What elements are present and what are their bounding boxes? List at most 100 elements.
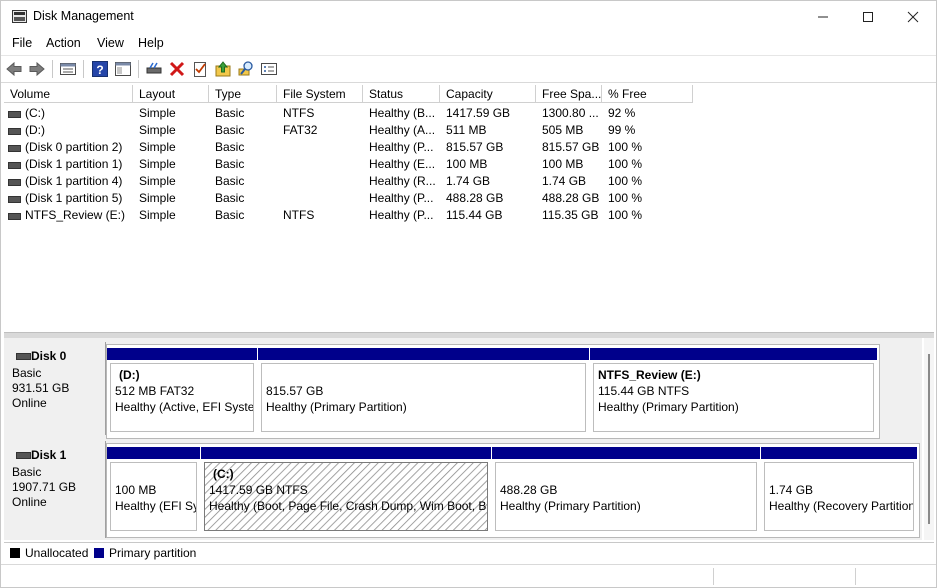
- checklist-icon[interactable]: [191, 60, 209, 78]
- close-button[interactable]: [890, 1, 936, 32]
- volume-row[interactable]: (D:) Simple Basic FAT32 Healthy (A... 51…: [4, 122, 704, 139]
- volume-layout: Simple: [139, 106, 176, 120]
- volume-icon: [8, 196, 21, 203]
- back-arrow-icon[interactable]: [5, 60, 23, 78]
- partition-disk0-2[interactable]: 815.57 GB Healthy (Primary Partition): [258, 348, 589, 435]
- volume-capacity: 100 MB: [446, 157, 488, 171]
- window-title: Disk Management: [33, 9, 134, 23]
- volume-type: Basic: [215, 157, 245, 171]
- menu-view[interactable]: View: [97, 36, 124, 50]
- partition-body: 815.57 GB Healthy (Primary Partition): [261, 363, 586, 432]
- volume-fs: FAT32: [283, 123, 318, 137]
- volume-free: 488.28 GB: [542, 191, 600, 205]
- disk-state: Online: [12, 495, 47, 509]
- volume-row[interactable]: (Disk 1 partition 5) Simple Basic Health…: [4, 190, 704, 207]
- toolbar: ?: [1, 55, 936, 83]
- partition-bar: [107, 348, 257, 360]
- search-disk-icon[interactable]: [237, 60, 255, 78]
- volume-name: (Disk 0 partition 2): [25, 140, 123, 154]
- partition-disk1-5[interactable]: 488.28 GB Healthy (Primary Partition): [492, 447, 760, 534]
- volume-capacity: 115.44 GB: [446, 208, 503, 222]
- partition-efi[interactable]: 100 MB Healthy (EFI Sy: [107, 447, 200, 534]
- column-header-layout[interactable]: Layout: [133, 85, 209, 103]
- volume-row[interactable]: (C:) Simple Basic NTFS Healthy (B... 141…: [4, 105, 704, 122]
- volume-layout: Simple: [139, 157, 176, 171]
- volume-status: Healthy (P...: [369, 140, 434, 154]
- partition-status: Healthy (Primary Partition): [266, 400, 407, 414]
- maximize-button[interactable]: [845, 1, 891, 32]
- graphical-view-scrollbar[interactable]: [924, 338, 934, 540]
- volume-free: 100 MB: [542, 157, 584, 171]
- help-icon[interactable]: ?: [91, 60, 109, 78]
- disk-state: Online: [12, 396, 47, 410]
- menu-file[interactable]: File: [12, 36, 32, 50]
- column-header-capacity[interactable]: Capacity: [440, 85, 536, 103]
- volume-icon: [8, 128, 21, 135]
- volume-icon: [8, 162, 21, 169]
- volume-layout: Simple: [139, 123, 176, 137]
- volume-row[interactable]: (Disk 1 partition 4) Simple Basic Health…: [4, 173, 704, 190]
- menu-help[interactable]: Help: [138, 36, 164, 50]
- partition-recovery[interactable]: 1.74 GB Healthy (Recovery Partition: [761, 447, 917, 534]
- volume-free: 1.74 GB: [542, 174, 587, 188]
- volume-list[interactable]: Volume Layout Type File System Status Ca…: [4, 85, 934, 331]
- partition-c[interactable]: (C:) 1417.59 GB NTFS Healthy (Boot, Page…: [201, 447, 491, 534]
- volume-icon: [8, 213, 21, 220]
- properties-icon[interactable]: [59, 60, 77, 78]
- volume-row[interactable]: (Disk 1 partition 1) Simple Basic Health…: [4, 156, 704, 173]
- volume-pct-free: 99 %: [608, 123, 636, 137]
- column-header-status[interactable]: Status: [363, 85, 440, 103]
- volume-pct-free: 100 %: [608, 140, 643, 154]
- volume-layout: Simple: [139, 174, 176, 188]
- partition-bar: [761, 447, 917, 459]
- volume-fs: NTFS: [283, 208, 315, 222]
- partition-name: (D:): [119, 368, 140, 382]
- disk-icon: [16, 452, 31, 459]
- volume-status: Healthy (E...: [369, 157, 436, 171]
- volume-capacity: 815.57 GB: [446, 140, 504, 154]
- volume-layout: Simple: [139, 140, 176, 154]
- import-icon[interactable]: [214, 60, 232, 78]
- connect-icon[interactable]: [145, 60, 163, 78]
- volume-row[interactable]: NTFS_Review (E:) Simple Basic NTFS Healt…: [4, 207, 704, 224]
- partition-bar: [201, 447, 491, 459]
- disk-1-label[interactable]: Disk 1 Basic 1907.71 GB Online: [4, 441, 106, 538]
- volume-type: Basic: [215, 174, 245, 188]
- volume-name: (D:): [25, 123, 45, 137]
- title-bar[interactable]: Disk Management: [1, 1, 936, 33]
- partition-status: Healthy (Recovery Partition: [769, 499, 914, 513]
- partition-body: 100 MB Healthy (EFI Sy: [110, 462, 197, 531]
- column-header-file-system[interactable]: File System: [277, 85, 363, 103]
- partition-status: Healthy (Primary Partition): [500, 499, 641, 513]
- close-icon: [907, 11, 919, 22]
- menu-action[interactable]: Action: [46, 36, 81, 50]
- scrollbar-thumb[interactable]: [928, 354, 930, 524]
- volume-layout: Simple: [139, 191, 176, 205]
- minimize-icon: [818, 16, 828, 17]
- minimize-button[interactable]: [800, 1, 846, 32]
- column-header-volume[interactable]: Volume: [4, 85, 133, 103]
- volume-row[interactable]: (Disk 0 partition 2) Simple Basic Health…: [4, 139, 704, 156]
- column-header-free-space[interactable]: Free Spa...: [536, 85, 602, 103]
- disk-0-label[interactable]: Disk 0 Basic 931.51 GB Online: [4, 342, 106, 435]
- volume-type: Basic: [215, 191, 245, 205]
- forward-arrow-icon[interactable]: [28, 60, 46, 78]
- legend-primary: Primary partition: [109, 546, 197, 560]
- toolbar-separator: [138, 60, 139, 78]
- disk-management-window: Disk Management File Action View Help ?: [0, 0, 937, 588]
- partition-d[interactable]: (D:) 512 MB FAT32 Healthy (Active, EFI S…: [107, 348, 257, 435]
- column-header-percent-free[interactable]: % Free: [602, 85, 693, 103]
- volume-free: 505 MB: [542, 123, 584, 137]
- disk-type: Basic: [12, 465, 42, 479]
- delete-icon[interactable]: [168, 60, 186, 78]
- disk-1-partitions: 100 MB Healthy (EFI Sy (C:) 1417.59 GB N…: [106, 443, 920, 538]
- volume-capacity: 1417.59 GB: [446, 106, 511, 120]
- partition-e[interactable]: NTFS_Review (E:) 115.44 GB NTFS Healthy …: [590, 348, 877, 435]
- column-header-type[interactable]: Type: [209, 85, 277, 103]
- status-separator: [713, 568, 714, 585]
- partition-size: 100 MB: [115, 483, 157, 497]
- console-icon[interactable]: [260, 60, 278, 78]
- volume-free: 1300.80 ...: [542, 106, 599, 120]
- show-pane-icon[interactable]: [114, 60, 132, 78]
- legend: Unallocated Primary partition: [4, 542, 934, 563]
